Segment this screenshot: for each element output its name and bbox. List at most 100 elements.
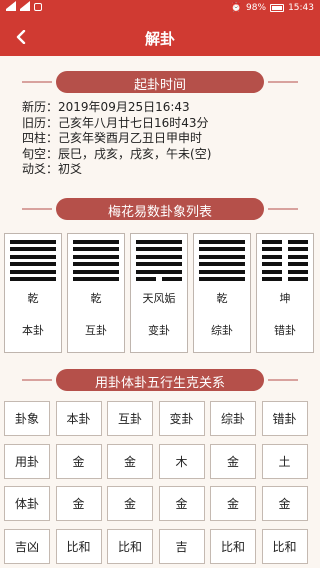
yang-line — [199, 262, 245, 267]
yin-line — [262, 254, 308, 259]
hexagram-card[interactable]: 乾 本卦 — [4, 233, 62, 353]
info-row: 旬空：辰巳，戌亥，戌亥，午未(空) — [22, 147, 302, 163]
hexagram-name: 乾 — [216, 292, 228, 305]
section-banner-wuxing: 用卦体卦五行生克关系 — [22, 369, 298, 391]
page-title: 解卦 — [144, 30, 175, 48]
line-segment — [73, 277, 119, 281]
grid-header-cell: 变卦 — [158, 401, 205, 436]
info-row: 新历：2019年09月25日16:43 — [22, 100, 302, 116]
line-segment — [10, 262, 56, 267]
section-title-wuxing: 用卦体卦五行生克关系 — [94, 376, 225, 391]
hexagram-card[interactable]: 乾 互卦 — [67, 233, 125, 353]
line-segment — [10, 247, 56, 252]
grid-cell: 金 — [210, 486, 256, 521]
line-segment — [73, 269, 119, 274]
yang-line — [73, 240, 119, 244]
yang-line — [10, 269, 56, 274]
battery-percent: 98% — [246, 3, 267, 13]
hexagram-type: 本卦 — [22, 324, 44, 337]
line-segment — [10, 254, 56, 259]
hexagram-name: 乾 — [90, 292, 102, 305]
yang-line — [10, 254, 56, 259]
yang-line — [136, 247, 182, 252]
status-bar: ⏰ 98% 15:43 — [0, 0, 320, 18]
yang-line — [136, 254, 182, 259]
wifi-icon — [20, 1, 30, 11]
line-segment — [199, 247, 245, 252]
grid-row-label: 用卦 — [4, 443, 50, 479]
line-segment — [73, 247, 119, 252]
grid-cell: 金 — [55, 486, 102, 521]
hexagram-lines — [10, 240, 56, 282]
grid-cell: 金 — [261, 486, 308, 521]
info-value: 己亥年八月廿七日16时43分 — [58, 115, 209, 130]
line-segment — [73, 240, 119, 244]
wuxing-grid: 卦象 本卦 互卦 变卦 综卦 错卦 用卦金金木金土体卦金金金金金吉凶 比和 比和吉比和 比和 — [4, 401, 316, 565]
info-label: 新历： — [22, 100, 59, 114]
section-banner-qigua: 起卦时间 — [22, 71, 298, 93]
line-segment — [136, 277, 156, 281]
info-label: 旬空： — [22, 146, 59, 161]
yang-line — [199, 254, 245, 259]
line-segment — [162, 277, 182, 281]
section-banner-hexagrams: 梅花易数卦象列表 — [22, 198, 298, 220]
grid-cell: 金 — [210, 443, 256, 479]
grid-cell: 金 — [107, 486, 153, 521]
line-segment — [288, 277, 308, 281]
grid-header-cell: 错卦 — [261, 401, 308, 436]
grid-row-label: 吉凶 — [4, 528, 50, 564]
clock: 15:43 — [288, 3, 314, 13]
line-segment — [73, 254, 119, 259]
line-segment — [262, 277, 282, 281]
grid-cell: 比和 — [261, 528, 308, 564]
hexagram-type: 错卦 — [274, 324, 296, 337]
hexagram-card[interactable]: 天风姤 变卦 — [130, 233, 188, 353]
yin-line — [262, 247, 308, 252]
info-row: 四柱：己亥年癸酉月乙丑日甲申时 — [22, 131, 302, 147]
hexagram-name: 天风姤 — [142, 292, 176, 305]
yin-line — [262, 262, 308, 267]
yang-line — [73, 277, 119, 281]
hexagram-card[interactable]: 乾 综卦 — [193, 233, 251, 353]
grid-cell: 金 — [107, 443, 153, 479]
line-segment — [10, 269, 56, 274]
app-header: 解卦 — [0, 18, 320, 56]
yang-line — [73, 247, 119, 252]
hexagram-lines — [73, 240, 119, 282]
hexagram-card[interactable]: 坤 错卦 — [256, 233, 314, 353]
yang-line — [73, 262, 119, 267]
grid-cell: 比和 — [55, 528, 102, 564]
yang-line — [73, 269, 119, 274]
yin-line — [262, 277, 308, 281]
line-segment — [73, 262, 119, 267]
hexagram-list: 乾 本卦 乾 互卦 天风姤 变卦 乾 综卦 坤 错卦 — [4, 233, 316, 353]
info-label: 旧历： — [22, 115, 59, 130]
notification-icon — [34, 3, 42, 11]
hexagram-type: 变卦 — [148, 324, 170, 337]
yang-line — [10, 247, 56, 252]
status-left — [6, 1, 42, 11]
line-segment — [10, 277, 56, 281]
line-segment — [199, 254, 245, 259]
info-value: 2019年09月25日16:43 — [58, 100, 190, 114]
line-segment — [136, 269, 182, 274]
yang-line — [199, 247, 245, 252]
line-segment — [10, 240, 56, 244]
info-label: 四柱： — [22, 131, 59, 146]
hexagram-lines — [262, 240, 308, 282]
grid-cell: 木 — [158, 443, 205, 479]
signal-icon — [6, 1, 16, 11]
grid-header-cell: 综卦 — [210, 401, 256, 436]
line-segment — [262, 262, 282, 267]
yang-line — [10, 277, 56, 281]
yin-line — [136, 277, 182, 281]
yang-line — [199, 240, 245, 244]
yang-line — [136, 269, 182, 274]
yang-line — [199, 277, 245, 281]
grid-cell: 比和 — [107, 528, 153, 564]
hexagram-name: 坤 — [279, 292, 291, 305]
line-segment — [262, 254, 282, 259]
grid-cell: 比和 — [210, 528, 256, 564]
grid-cell: 金 — [55, 443, 102, 479]
grid-cell: 土 — [261, 443, 308, 479]
